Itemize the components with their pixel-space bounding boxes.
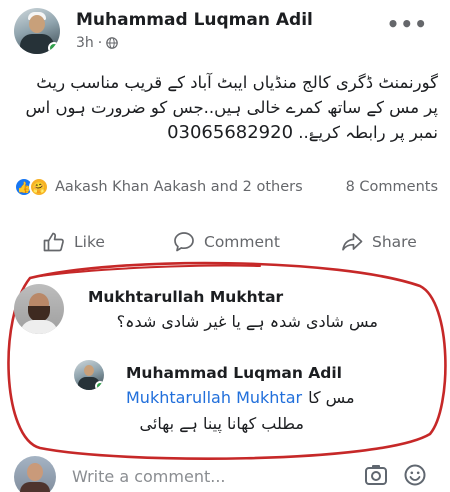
comment-icon xyxy=(174,232,194,252)
post-time[interactable]: 3h xyxy=(76,35,94,51)
reply-text-line2: مطلب کھانا پینا ہے بھائی xyxy=(139,414,304,433)
comment-count[interactable]: 8 Comments xyxy=(346,179,438,195)
globe-icon xyxy=(106,37,119,49)
reply-mention-link[interactable]: Mukhtarullah Mukhtar xyxy=(126,388,302,407)
post-text-line3-prefix: نمبر پر رابطہ کریۓ.. xyxy=(298,123,438,142)
camera-icon[interactable] xyxy=(364,464,388,486)
reply-author-name[interactable]: Muhammad Luqman Adil xyxy=(126,364,342,382)
online-indicator xyxy=(48,42,60,54)
share-label: Share xyxy=(372,233,417,251)
post-text: گورنمنٹ ڈگری کالج منڈیاں ایبٹ آباد کے قر… xyxy=(14,70,438,145)
comment-label: Comment xyxy=(204,233,280,251)
comment-button[interactable]: Comment xyxy=(172,224,280,260)
more-icon[interactable]: ••• xyxy=(387,12,428,36)
reply-text-line1: Mukhtarullah Mukhtar مس کا xyxy=(126,388,376,407)
like-button[interactable]: Like xyxy=(42,224,105,260)
phone-number[interactable]: 03065682920 xyxy=(167,122,293,143)
share-button[interactable]: Share xyxy=(340,224,417,260)
post-text-line3: نمبر پر رابطہ کریۓ.. 03065682920 xyxy=(14,120,438,145)
reply-text-part1: مس کا xyxy=(308,388,355,407)
post-meta: 3h · xyxy=(76,35,119,51)
commenter-avatar[interactable] xyxy=(14,284,64,334)
share-icon xyxy=(342,233,363,251)
reply-author-avatar[interactable] xyxy=(74,360,104,390)
reply-item: Muhammad Luqman Adil Mukhtarullah Mukhta… xyxy=(74,360,434,440)
like-label: Like xyxy=(74,233,105,251)
online-indicator xyxy=(95,381,104,390)
post-author-name[interactable]: Muhammad Luqman Adil xyxy=(76,10,313,30)
reactions-summary: 👍 🤗 Aakash Khan Aakash and 2 others 8 Co… xyxy=(14,176,438,198)
commenter-name[interactable]: Mukhtarullah Mukhtar xyxy=(88,288,283,306)
author-avatar[interactable] xyxy=(14,8,60,54)
post-header: Muhammad Luqman Adil 3h · ••• xyxy=(14,8,440,58)
comment-composer xyxy=(14,456,440,492)
like-icon xyxy=(43,232,64,252)
care-reaction-icon[interactable]: 🤗 xyxy=(29,177,49,197)
comment-item: Mukhtarullah Mukhtar مس شادی شدہ ہے یا غ… xyxy=(14,284,440,344)
comment-input[interactable] xyxy=(72,460,362,492)
current-user-avatar xyxy=(14,456,56,492)
emoji-icon[interactable] xyxy=(404,464,426,486)
post-text-line2: پر مس کے ساتھ کمرے خالی ہیں..جس کو ضرورت… xyxy=(25,98,438,117)
reaction-names[interactable]: Aakash Khan Aakash and 2 others xyxy=(55,179,303,195)
comment-text: مس شادی شدہ ہے یا غیر شادی شدہ؟ xyxy=(116,312,378,331)
action-bar: Like Comment Share xyxy=(0,224,450,260)
post-text-line1: گورنمنٹ ڈگری کالج منڈیاں ایبٹ آباد کے قر… xyxy=(36,73,438,92)
